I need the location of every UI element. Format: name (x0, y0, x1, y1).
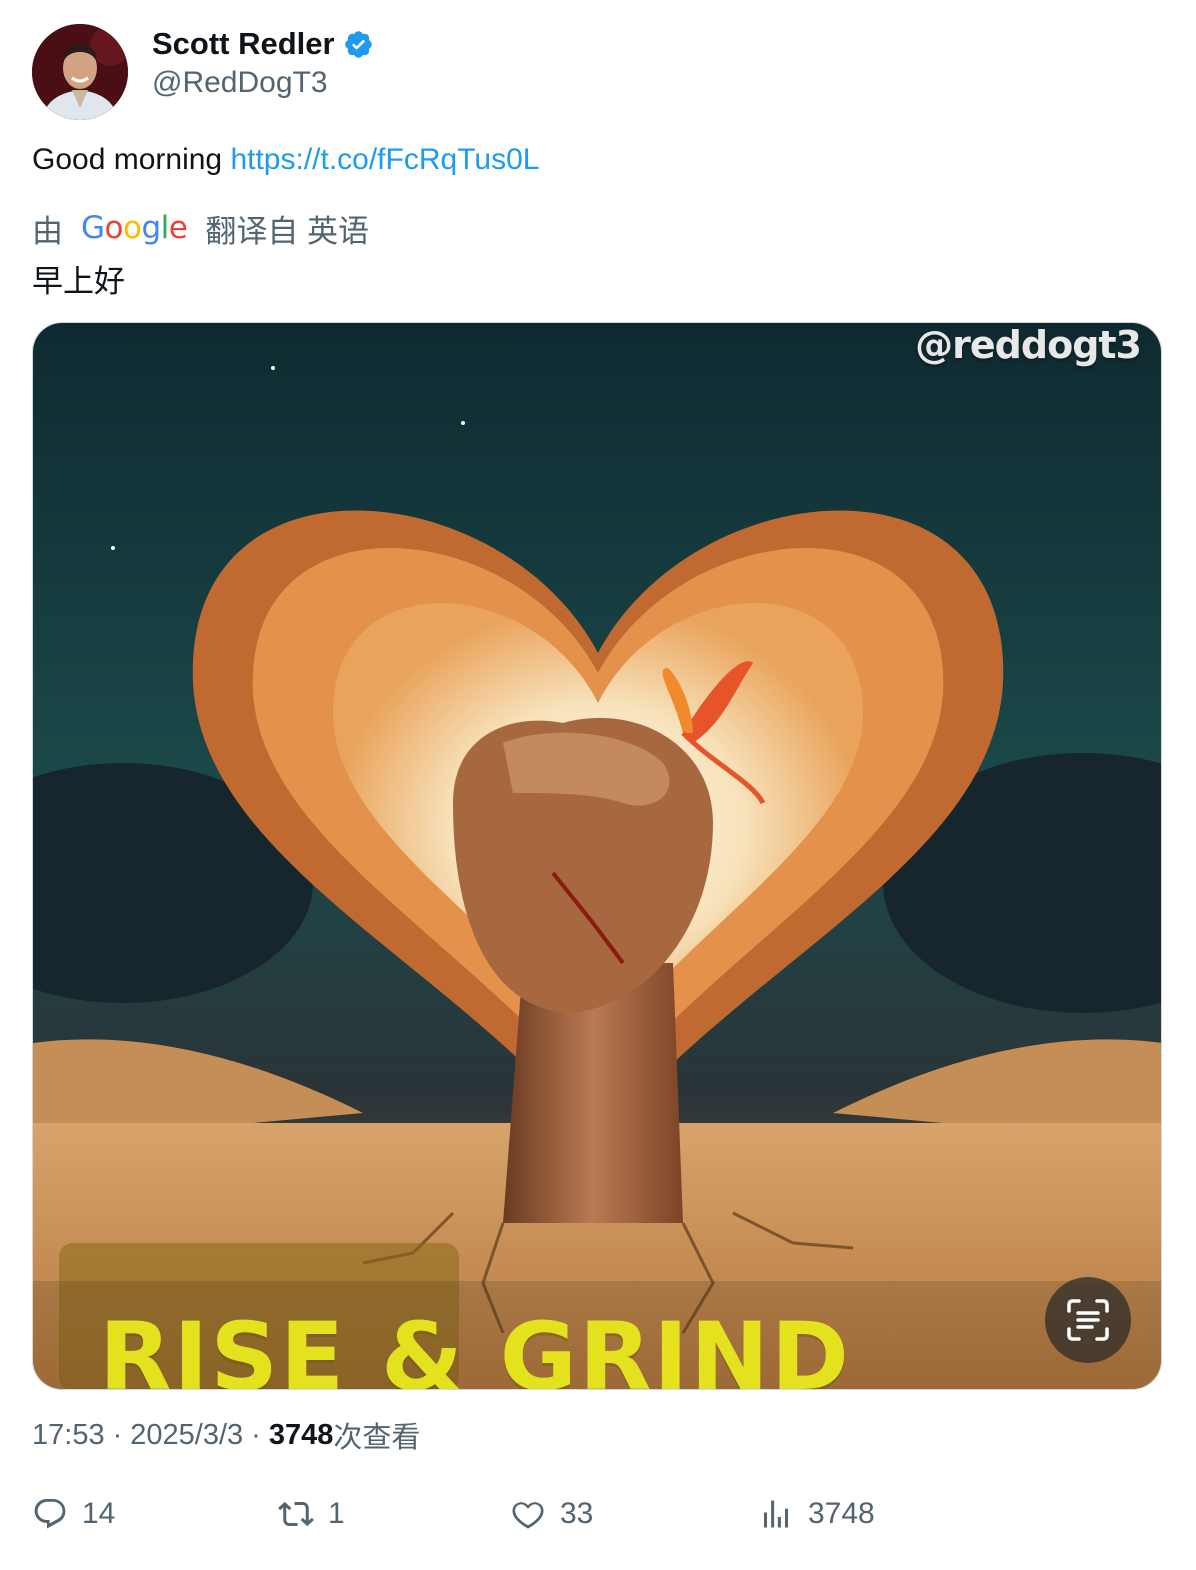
tweet-time[interactable]: 17:53 (32, 1419, 105, 1452)
google-logo: Google (81, 210, 188, 246)
retweet-icon (278, 1501, 314, 1527)
tweet-body: Good morning (32, 143, 223, 176)
views-button[interactable]: 3748 (758, 1496, 875, 1532)
translation-suffix: 翻译自 英语 (205, 213, 369, 249)
reply-button[interactable]: 14 (32, 1496, 115, 1532)
heart-icon (512, 1502, 544, 1529)
verified-badge-icon (343, 29, 374, 60)
google-letter: g (141, 210, 161, 246)
media-watermark: @reddogt3 (915, 323, 1142, 367)
google-letter: o (123, 210, 142, 246)
google-letter: l (160, 210, 170, 246)
tweet-media[interactable]: @reddogt3 RISE & GRIND (32, 322, 1162, 1390)
google-letter: G (81, 210, 105, 246)
translated-text: 早上好 (32, 264, 125, 299)
retweet-count: 1 (328, 1497, 345, 1530)
views-count: 3748 (268, 1418, 334, 1451)
reply-icon (34, 1499, 66, 1529)
retweet-button[interactable]: 1 (278, 1496, 345, 1532)
tweet-link[interactable]: https://t.co/fFcRqTus0L (230, 143, 539, 176)
name-row: Scott Redler (152, 26, 374, 62)
views-label: 次查看 (333, 1422, 421, 1454)
reply-count: 14 (82, 1497, 116, 1530)
like-button[interactable]: 33 (510, 1496, 593, 1532)
views-action-count: 3748 (808, 1497, 875, 1530)
avatar[interactable] (32, 24, 128, 120)
meta-separator: · (251, 1418, 261, 1451)
like-count: 33 (560, 1497, 594, 1530)
media-artwork (33, 323, 1161, 1389)
media-slogan: RISE & GRIND (99, 1303, 851, 1390)
author-handle[interactable]: @RedDogT3 (152, 66, 328, 100)
tweet-meta: 17:53 · 2025/3/3 · 3748 次查看 (32, 1414, 420, 1456)
meta-separator: · (112, 1418, 123, 1451)
text-scan-icon (1067, 1299, 1109, 1341)
google-letter: o (104, 210, 124, 246)
views-chart-icon (764, 1500, 788, 1528)
google-letter: e (168, 210, 188, 246)
author-name[interactable]: Scott Redler (152, 26, 335, 62)
avatar-image (32, 24, 128, 120)
translation-attribution[interactable]: 由 Google 翻译自 英语 (32, 208, 369, 249)
tweet-text: Good morning https://t.co/fFcRqTus0L (32, 143, 539, 177)
tweet-date[interactable]: 2025/3/3 (130, 1419, 243, 1452)
tweet-header: Scott Redler @RedDogT3 (32, 24, 1162, 120)
text-scan-button[interactable] (1045, 1277, 1131, 1363)
action-bar: 14 1 33 3748 (32, 1496, 1162, 1546)
translation-prefix: 由 (32, 213, 63, 249)
